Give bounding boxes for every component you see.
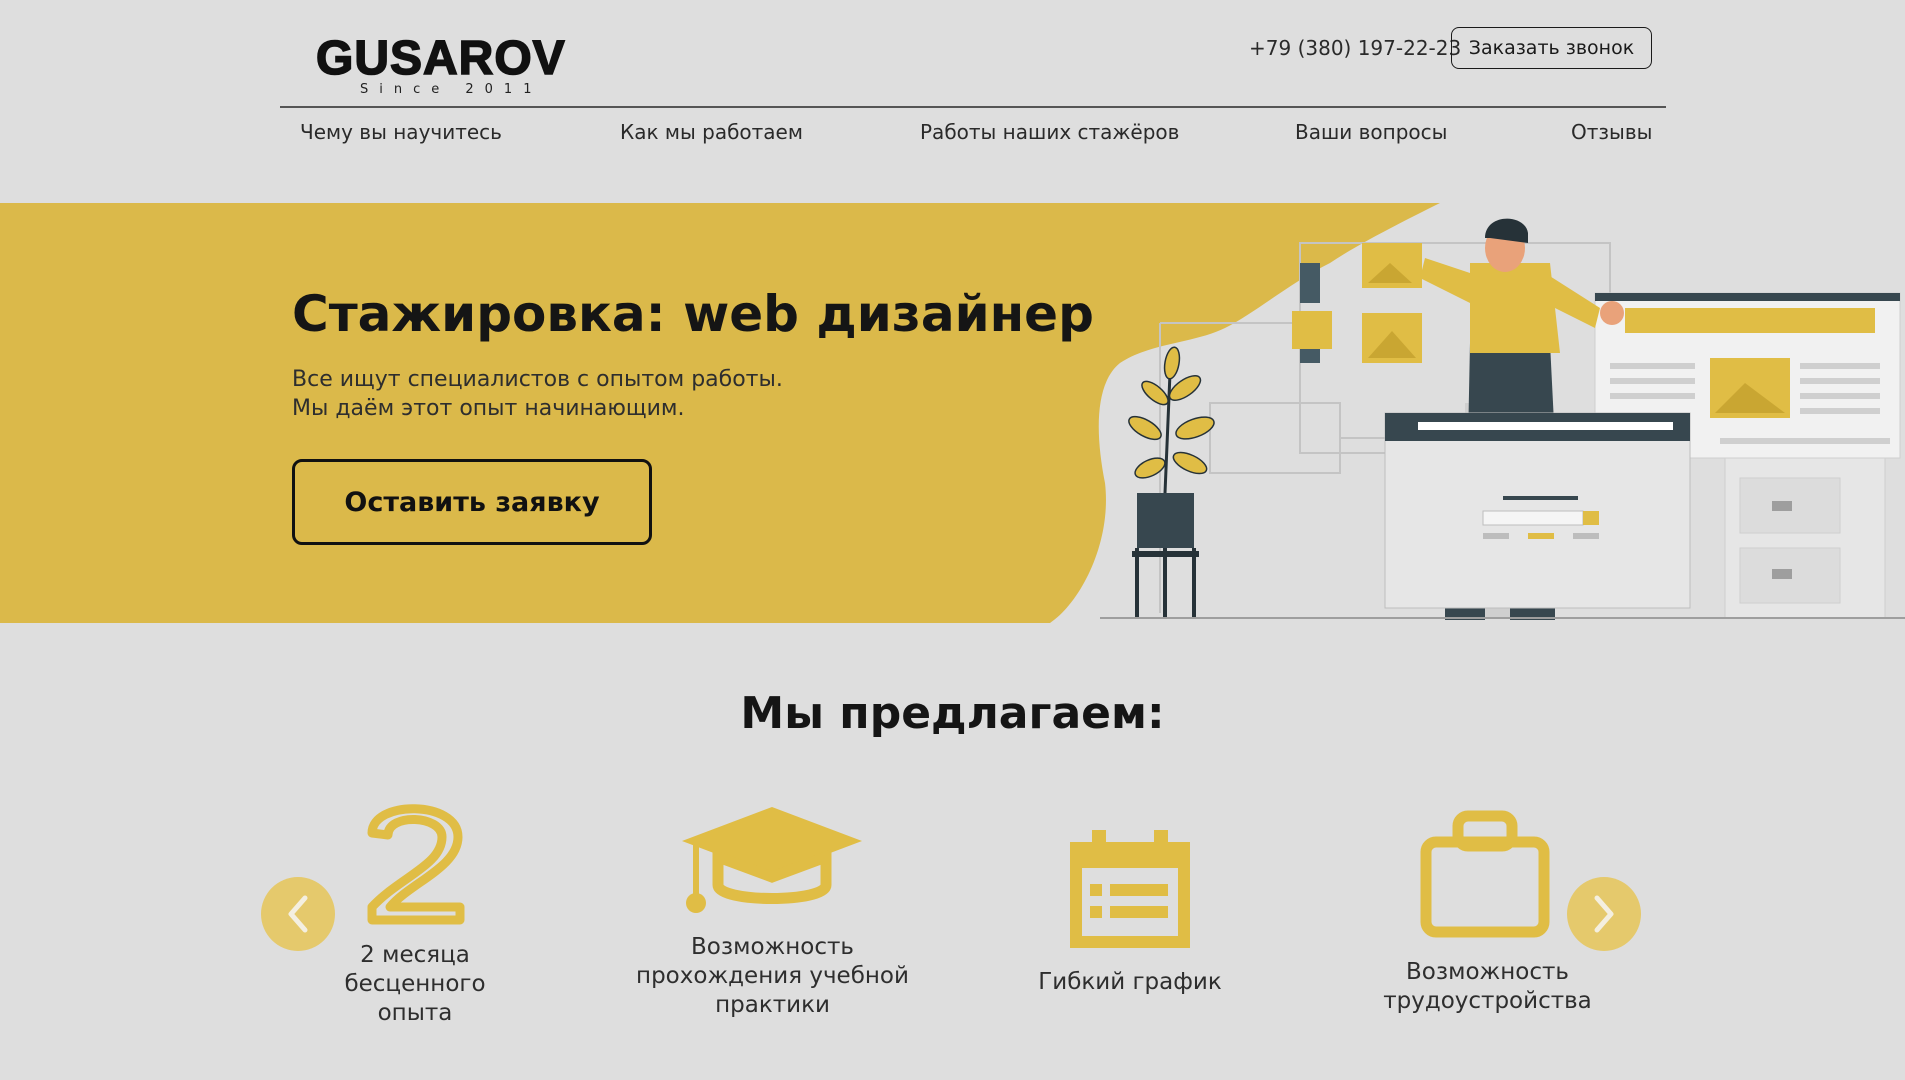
offer-label-schedule: Гибкий график	[1038, 969, 1222, 995]
order-call-button[interactable]: Заказать звонок	[1451, 27, 1652, 69]
graduation-cap-icon	[682, 807, 862, 913]
carousel-next-button[interactable]	[1567, 877, 1641, 951]
hero-subtitle-line-2: Мы даём этот опыт начинающим.	[292, 396, 685, 421]
header-divider	[280, 106, 1666, 108]
phone-number[interactable]: +79 (380) 197-22-23	[1249, 36, 1461, 60]
hero-title: Стажировка: web дизайнер	[292, 285, 1094, 343]
chevron-left-icon	[288, 895, 308, 933]
nav-item-your-questions[interactable]: Ваши вопросы	[1295, 120, 1447, 144]
apply-button[interactable]: Оставить заявку	[292, 459, 652, 545]
nav-item-what-you-learn[interactable]: Чему вы научитесь	[300, 120, 502, 144]
offer-label-employment: Возможность трудоустройства	[1383, 959, 1592, 1014]
logo-wordmark: GUSAROV	[315, 32, 566, 85]
carousel-prev-button[interactable]	[261, 877, 335, 951]
calendar-icon	[1070, 830, 1190, 948]
hero-subtitle: Все ищут специалистов с опытом работы. М…	[292, 365, 783, 423]
offer-label-experience: 2 месяца бесценного опыта	[344, 942, 486, 1026]
hero-banner: Стажировка: web дизайнер Все ищут специа…	[0, 203, 1905, 623]
offer-label-practice: Возможность прохождения учебной практики	[636, 934, 909, 1018]
hero-illustration	[0, 203, 1905, 623]
main-nav: Чему вы научитесь Как мы работаем Работы…	[280, 120, 1666, 150]
nav-item-reviews[interactable]: Отзывы	[1571, 120, 1652, 144]
hero-subtitle-line-1: Все ищут специалистов с опытом работы.	[292, 367, 783, 392]
briefcase-icon	[1420, 810, 1550, 938]
number-two-icon	[367, 804, 465, 925]
nav-item-how-we-work[interactable]: Как мы работаем	[620, 120, 803, 144]
offers-title: Мы предлагаем:	[740, 688, 1165, 739]
nav-item-intern-works[interactable]: Работы наших стажёров	[920, 120, 1179, 144]
logo[interactable]: GUSAROV Since 2011	[315, 32, 576, 97]
chevron-right-icon	[1594, 895, 1614, 933]
